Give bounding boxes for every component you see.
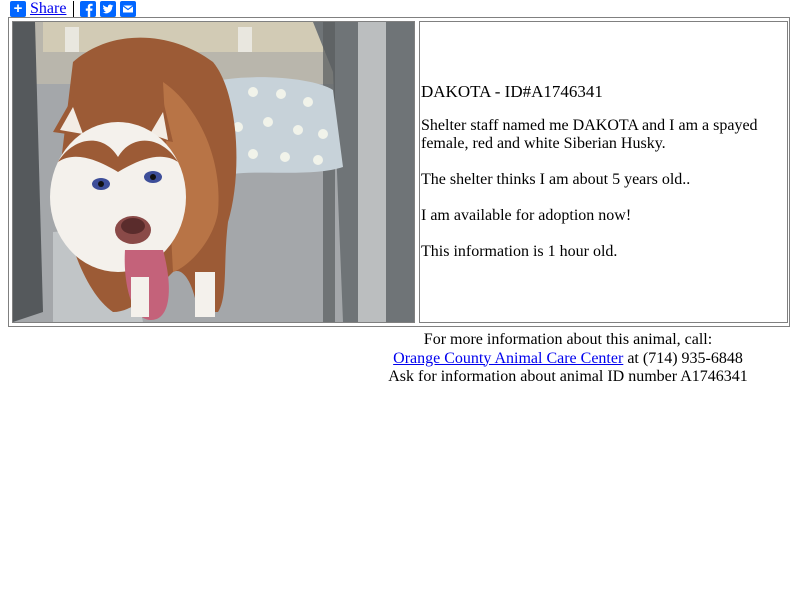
- email-icon[interactable]: [120, 1, 137, 17]
- contact-info: For more information about this animal, …: [368, 331, 768, 387]
- share-toolbar: + Share: [10, 0, 140, 18]
- contact-line: Orange County Animal Care Center at (714…: [368, 350, 768, 369]
- animal-title: DAKOTA - ID#A1746341: [421, 83, 787, 101]
- animal-availability: I am available for adoption now!: [421, 207, 632, 224]
- title-separator: -: [490, 82, 505, 101]
- animal-info-table: DAKOTA - ID#A1746341 Shelter staff named…: [8, 17, 790, 327]
- contact-id-note: Ask for information about animal ID numb…: [388, 368, 748, 385]
- dog-photo[interactable]: [13, 22, 414, 322]
- contact-intro: For more information about this animal, …: [423, 331, 713, 348]
- facebook-icon[interactable]: [80, 1, 97, 17]
- share-link[interactable]: Share: [30, 0, 66, 18]
- shelter-phone: at (714) 935-6848: [623, 349, 743, 367]
- info-freshness: This information is 1 hour old.: [421, 243, 618, 260]
- plus-icon[interactable]: +: [10, 1, 26, 17]
- animal-age: The shelter thinks I am about 5 years ol…: [421, 171, 691, 188]
- animal-description: Shelter staff named me DAKOTA and I am a…: [421, 117, 758, 152]
- twitter-icon[interactable]: [100, 1, 117, 17]
- info-cell: DAKOTA - ID#A1746341 Shelter staff named…: [419, 21, 788, 323]
- photo-cell: [12, 21, 415, 323]
- shelter-link[interactable]: Orange County Animal Care Center: [393, 350, 623, 367]
- animal-name: DAKOTA: [421, 82, 491, 101]
- share-divider: [73, 1, 75, 17]
- animal-id: ID#A1746341: [504, 82, 603, 101]
